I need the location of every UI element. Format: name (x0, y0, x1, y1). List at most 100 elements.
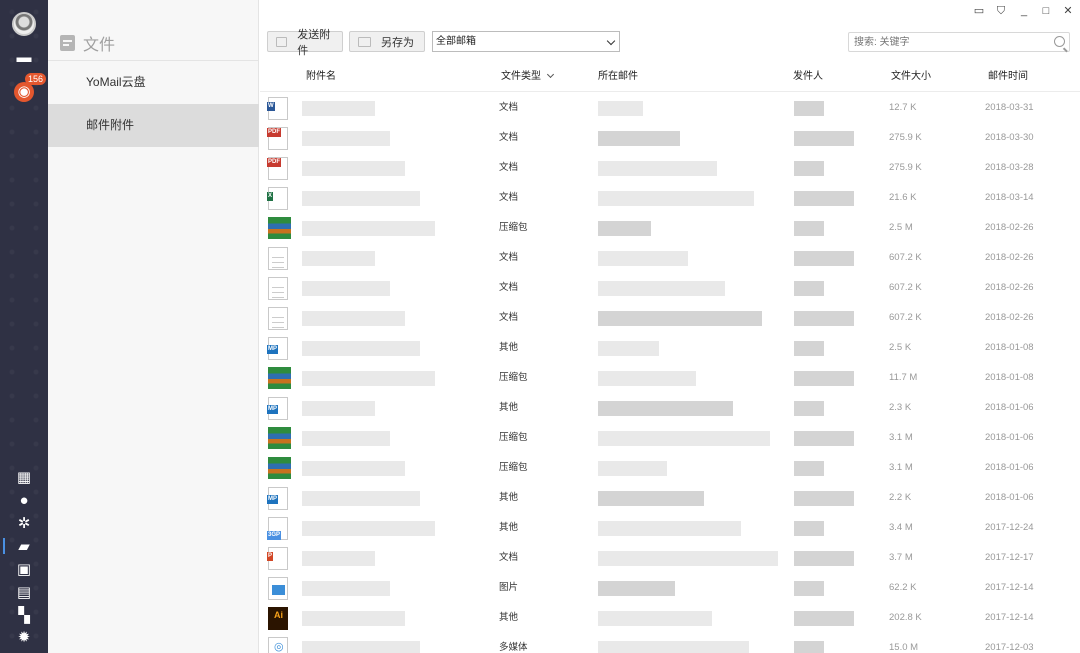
file-size-cell: 3.1 M (889, 432, 913, 443)
redacted-mail-subject (598, 131, 680, 146)
user-avatar[interactable] (12, 12, 36, 36)
chevron-down-icon (606, 36, 616, 46)
table-row[interactable]: MP 其他 2.5 K 2018-01-08 (260, 333, 1080, 363)
file-size-cell: 607.2 K (889, 252, 922, 263)
table-row[interactable]: 压缩包 11.7 M 2018-01-08 (260, 363, 1080, 393)
table-row[interactable]: PDF 文档 275.9 K 2018-03-30 (260, 123, 1080, 153)
table-row[interactable]: MP 其他 2.3 K 2018-01-06 (260, 393, 1080, 423)
redacted-file-name (302, 101, 375, 116)
table-row[interactable]: PDF 文档 275.9 K 2018-03-28 (260, 153, 1080, 183)
panel-title-text: 文件 (83, 37, 116, 54)
file-size-cell: 275.9 K (889, 162, 922, 173)
redacted-mail-subject (598, 401, 733, 416)
chat-icon[interactable]: ▬ (14, 48, 34, 68)
redacted-mail-subject (598, 581, 675, 596)
file-size-cell: 607.2 K (889, 312, 922, 323)
redacted-sender (794, 641, 824, 653)
redacted-mail-subject (598, 371, 696, 386)
table-row[interactable]: 压缩包 3.1 M 2018-01-06 (260, 453, 1080, 483)
minimize-icon[interactable]: _ (1013, 3, 1035, 19)
send-attachment-button[interactable]: 发送附件 (267, 29, 343, 57)
file-type-glyph: MP (267, 345, 278, 354)
wechat-icon[interactable]: ● (14, 491, 34, 511)
file-type-cell: 文档 (499, 102, 519, 113)
nav-item-cloud-drive[interactable]: YoMail云盘 (48, 61, 259, 104)
active-indicator (3, 538, 5, 554)
search-input[interactable] (849, 33, 1039, 51)
file-type-cell: 多媒体 (499, 642, 528, 653)
redacted-file-name (302, 131, 390, 146)
nav-item-mail-attachments[interactable]: 邮件附件 (48, 104, 259, 147)
search-icon[interactable] (1054, 36, 1065, 47)
file-type-cell: 其他 (499, 522, 519, 533)
text-doc-icon (268, 307, 288, 330)
skin-icon[interactable]: ⛉ (990, 3, 1012, 19)
col-header-time[interactable]: 邮件时间 (988, 62, 1028, 92)
table-row[interactable]: MP 其他 2.2 K 2018-01-06 (260, 483, 1080, 513)
save-as-button[interactable]: 另存为 (349, 31, 425, 52)
mail-time-cell: 2018-03-31 (985, 102, 1034, 113)
mail-time-cell: 2018-02-26 (985, 282, 1034, 293)
notes-icon[interactable]: ▣ (14, 560, 34, 580)
redacted-file-name (302, 611, 405, 626)
redacted-mail-subject (598, 221, 651, 236)
maximize-icon[interactable]: □ (1035, 3, 1057, 19)
redacted-mail-subject (598, 101, 643, 116)
redacted-sender (794, 431, 854, 446)
text-doc-icon (268, 247, 288, 270)
redacted-sender (794, 221, 824, 236)
col-header-size[interactable]: 文件大小 (891, 62, 931, 92)
col-header-name[interactable]: 附件名 (306, 62, 336, 92)
file-type-glyph (267, 252, 269, 261)
file-size-cell: 275.9 K (889, 132, 922, 143)
table-row[interactable]: 文档 607.2 K 2018-02-26 (260, 243, 1080, 273)
redacted-sender (794, 551, 854, 566)
excel-icon: X (267, 187, 288, 210)
mailbox-select[interactable]: 全部邮箱 (432, 31, 620, 52)
feedback-icon[interactable]: ▭ (968, 3, 990, 19)
file-type-cell: 其他 (499, 342, 519, 353)
redacted-mail-subject (598, 281, 725, 296)
file-type-cell: 其他 (499, 402, 519, 413)
redacted-file-name (302, 641, 420, 653)
archive-icon (268, 427, 291, 449)
mailbox-select-value: 全部邮箱 (436, 36, 476, 47)
col-header-type[interactable]: 文件类型 (501, 62, 555, 92)
settings-icon[interactable]: ✹ (14, 628, 34, 648)
board-icon[interactable]: ▦ (14, 468, 34, 488)
table-row[interactable]: 压缩包 2.5 M 2018-02-26 (260, 213, 1080, 243)
apps-grid-icon[interactable]: ▚ (14, 606, 34, 626)
table-row[interactable]: W 文档 12.7 K 2018-03-31 (260, 93, 1080, 123)
mail-time-cell: 2018-01-08 (985, 342, 1034, 353)
panel-title: 文件 (60, 32, 115, 54)
file-type-cell: 文档 (499, 312, 519, 323)
close-icon[interactable]: ✕ (1057, 3, 1079, 19)
table-header: 附件名 文件类型 所在邮件 发件人 文件大小 邮件时间 (260, 62, 1080, 92)
file-type-cell: 文档 (499, 282, 519, 293)
mail-time-cell: 2018-01-06 (985, 462, 1034, 473)
table-row[interactable]: 3GP 其他 3.4 M 2017-12-24 (260, 513, 1080, 543)
table-row[interactable]: 图片 62.2 K 2017-12-14 (260, 573, 1080, 603)
table-row[interactable]: 文档 607.2 K 2018-02-26 (260, 303, 1080, 333)
mp-file-icon: MP (267, 337, 288, 360)
table-row[interactable]: Ai 其他 202.8 K 2017-12-14 (260, 603, 1080, 633)
files-icon[interactable]: ▰ (14, 537, 34, 557)
mail-time-cell: 2017-12-24 (985, 522, 1034, 533)
calendar-icon[interactable]: ▤ (14, 583, 34, 603)
image-file-icon (268, 577, 288, 600)
redacted-mail-subject (598, 461, 667, 476)
table-row[interactable]: P 文档 3.7 M 2017-12-17 (260, 543, 1080, 573)
unread-badge: 156 (25, 73, 47, 85)
col-header-sender[interactable]: 发件人 (793, 62, 823, 92)
plugin-icon[interactable]: ✲ (14, 514, 34, 534)
col-header-mail[interactable]: 所在邮件 (598, 62, 638, 92)
mail-time-cell: 2018-03-28 (985, 162, 1034, 173)
table-row[interactable]: X 文档 21.6 K 2018-03-14 (260, 183, 1080, 213)
redacted-mail-subject (598, 521, 741, 536)
table-row[interactable]: ◎ 多媒体 15.0 M 2017-12-03 (260, 633, 1080, 653)
table-row[interactable]: 文档 607.2 K 2018-02-26 (260, 273, 1080, 303)
table-row[interactable]: 压缩包 3.1 M 2018-01-06 (260, 423, 1080, 453)
redacted-file-name (302, 191, 420, 206)
file-type-glyph: PDF (267, 158, 281, 167)
mail-app-icon[interactable]: ◉ (14, 82, 34, 102)
